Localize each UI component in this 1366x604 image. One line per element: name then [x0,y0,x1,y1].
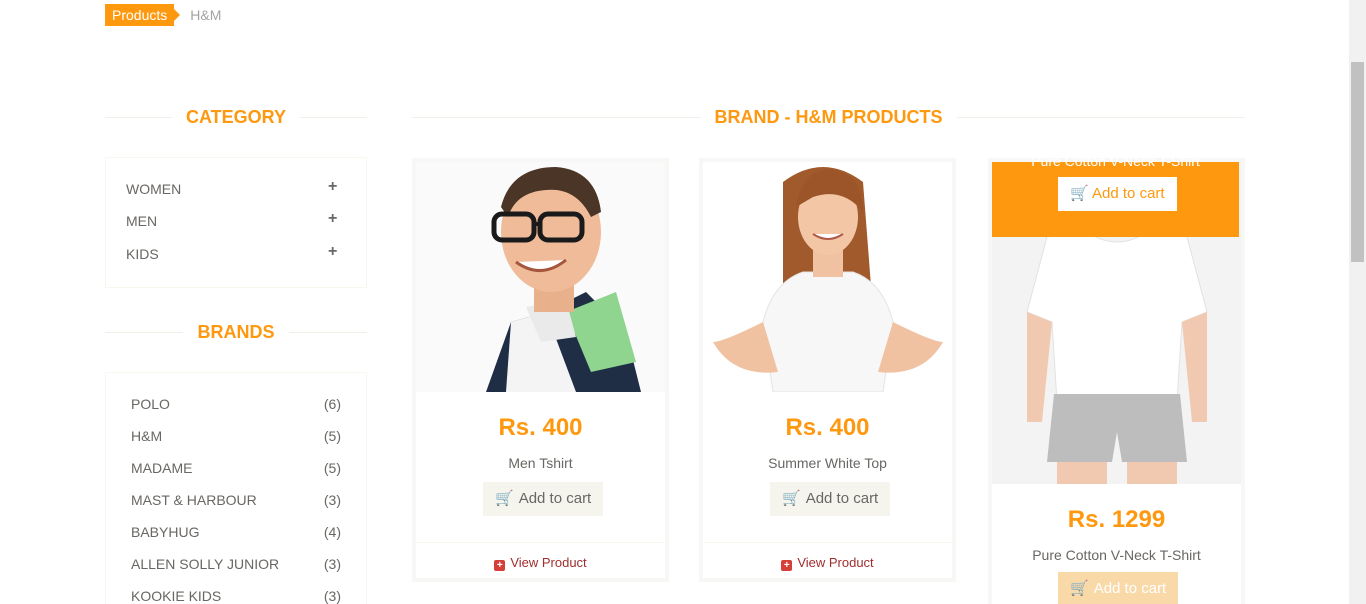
product-card: Rs. 400 Summer White Top 🛒 Add to cart + V… [699,158,956,582]
brand-count: (3) [323,556,341,572]
overlay-product-name: Pure Cotton V-Neck T-Shirt [1031,153,1200,169]
add-to-cart-button[interactable]: 🛒 Add to cart [1058,572,1179,604]
add-to-cart-label: Add to cart [805,490,879,507]
breadcrumb: Products H&M [105,4,221,26]
product-name: Men Tshirt [508,455,573,471]
brand-count: (3) [323,588,341,604]
brand-name[interactable]: ALLEN SOLLY JUNIOR [131,556,279,572]
plus-square-icon: + [494,560,506,571]
shopping-cart-icon: 🛒 [1070,185,1089,202]
product-card: Rs. 400 Men Tshirt 🛒 Add to cart + View Pr… [412,158,669,582]
brand-count: (5) [323,460,341,476]
shopping-cart-icon: 🛒 [782,490,801,507]
add-to-cart-label: Add to cart [1093,580,1167,597]
shopping-cart-icon: 🛒 [1070,580,1089,597]
product-image [703,162,952,392]
view-product-link[interactable]: + View Product [703,555,952,571]
product-card: Pure Cotton V-Neck T-Shirt 🛒 Add to cart… [988,153,1245,604]
product-image [416,162,665,392]
category-item-kids[interactable]: KIDS [126,246,159,262]
brand-name[interactable]: H&M [131,428,162,444]
product-price: Rs. 400 [498,414,583,441]
product-overlay: Pure Cotton V-Neck T-Shirt 🛒 Add to cart [992,153,1239,237]
brand-count: (3) [323,492,341,508]
brand-count: (5) [323,428,341,444]
brand-name[interactable]: MADAME [131,460,192,476]
brands-title: BRANDS [183,322,289,342]
category-panel: WOMEN + MEN + KIDS + [105,157,367,288]
products-heading: BRAND - H&M PRODUCTS [412,107,1245,127]
product-choose-area: + View Product [703,542,952,582]
brand-name[interactable]: BABYHUG [131,524,199,540]
brand-count: (4) [323,524,341,540]
add-to-cart-label: Add to cart [518,490,592,507]
add-to-cart-button[interactable]: 🛒 Add to cart [483,482,604,516]
category-item-women[interactable]: WOMEN [126,181,181,197]
product-name: Pure Cotton V-Neck T-Shirt [1032,547,1201,563]
scrollbar-thumb[interactable] [1351,62,1364,262]
overlay-add-to-cart-button[interactable]: 🛒 Add to cart [1058,177,1177,211]
brands-heading: BRANDS [105,322,367,342]
overlay-add-to-cart-label: Add to cart [1092,185,1165,202]
breadcrumb-current: H&M [190,7,222,23]
category-heading: CATEGORY [105,107,367,127]
category-title: CATEGORY [171,107,300,127]
product-price: Rs. 400 [785,414,870,441]
plus-icon[interactable]: + [328,178,337,196]
plus-icon[interactable]: + [328,210,337,228]
plus-square-icon: + [781,560,793,571]
add-to-cart-button[interactable]: 🛒 Add to cart [770,482,891,516]
brand-name[interactable]: KOOKIE KIDS [131,588,221,604]
brand-name[interactable]: MAST & HARBOUR [131,492,257,508]
vertical-scrollbar[interactable] [1349,0,1366,604]
product-price: Rs. 1299 [1067,506,1166,533]
products-title: BRAND - H&M PRODUCTS [700,107,957,127]
breadcrumb-products-link[interactable]: Products [105,4,181,26]
shopping-cart-icon: 🛒 [495,490,514,507]
product-name: Summer White Top [768,455,887,471]
brand-count: (6) [323,396,341,412]
plus-icon[interactable]: + [328,243,337,261]
view-product-label: View Product [510,555,587,570]
view-product-link[interactable]: + View Product [416,555,665,571]
brands-panel: POLO (6) H&M (5) MADAME (5) MAST & HARBO… [105,372,367,604]
brand-name[interactable]: POLO [131,396,170,412]
view-product-label: View Product [797,555,874,570]
category-item-men[interactable]: MEN [126,213,157,229]
product-choose-area: + View Product [416,542,665,582]
